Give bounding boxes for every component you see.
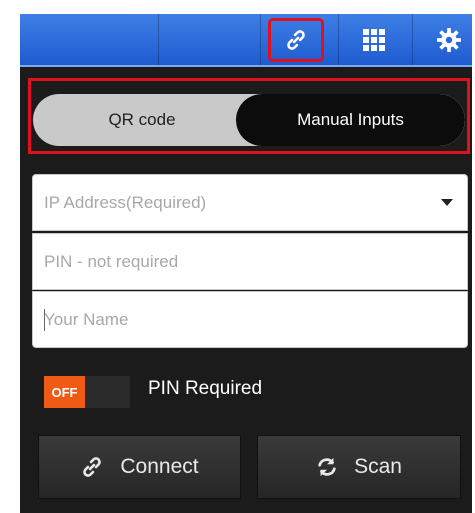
toggle-track (85, 376, 130, 408)
link-button[interactable] (268, 18, 324, 62)
mode-toggle: QR code Manual Inputs (33, 94, 465, 146)
pin-field (32, 233, 468, 290)
toolbar-underline (20, 65, 472, 67)
dropdown-caret-icon[interactable] (441, 199, 453, 206)
pin-input[interactable] (33, 234, 424, 289)
settings-button[interactable] (427, 20, 471, 60)
scan-label: Scan (354, 455, 402, 478)
toolbar-divider (338, 14, 339, 65)
ip-address-input[interactable] (33, 175, 424, 230)
connect-button[interactable]: Connect (38, 435, 241, 499)
toggle-off-label: OFF (44, 376, 85, 408)
name-field (32, 291, 468, 348)
text-cursor (44, 309, 45, 331)
link-icon (80, 455, 104, 479)
scan-button[interactable]: Scan (257, 435, 461, 499)
top-toolbar (20, 14, 472, 65)
grid-icon (363, 29, 385, 51)
ip-address-field (32, 174, 468, 231)
refresh-icon (316, 456, 338, 478)
app-screen: QR code Manual Inputs OFF PIN Required C… (20, 14, 472, 513)
pin-required-toggle[interactable]: OFF (44, 376, 130, 408)
toolbar-divider (412, 14, 413, 65)
connect-label: Connect (120, 455, 199, 478)
grid-button[interactable] (352, 20, 396, 60)
toolbar-divider (260, 14, 261, 65)
qr-code-tab[interactable]: QR code (33, 94, 251, 146)
name-input[interactable] (33, 292, 424, 347)
gear-icon (437, 28, 461, 52)
pin-required-label: PIN Required (148, 378, 263, 399)
toolbar-divider (158, 14, 159, 65)
manual-inputs-tab[interactable]: Manual Inputs (236, 94, 465, 146)
link-icon (287, 30, 305, 50)
